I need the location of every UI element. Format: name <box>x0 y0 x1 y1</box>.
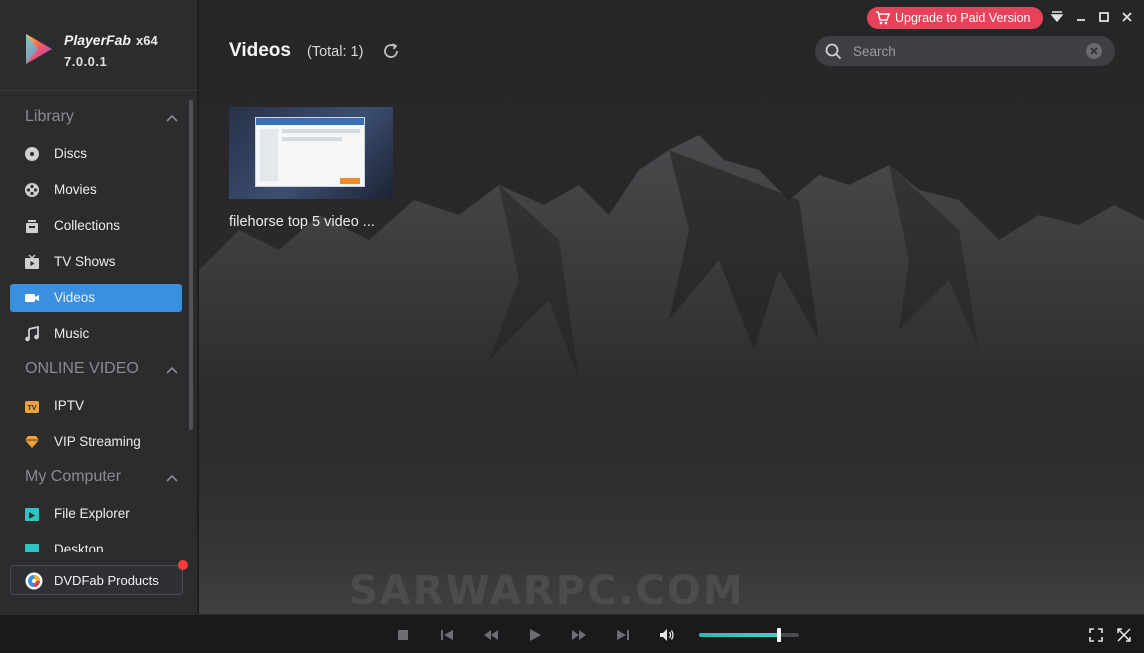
film-reel-icon <box>25 183 39 197</box>
notification-badge <box>178 560 188 570</box>
volume-icon[interactable] <box>659 627 675 643</box>
main-content: Videos (Total: 1) filehorse top 5 video … <box>199 0 1144 614</box>
section-title-my-computer: My Computer <box>25 468 122 485</box>
sidebar-item-label: VIP Streaming <box>54 434 141 449</box>
fast-forward-icon[interactable] <box>571 627 587 643</box>
upgrade-label: Upgrade to Paid Version <box>895 11 1031 25</box>
stop-icon[interactable] <box>395 627 411 643</box>
sidebar-nav: Library Discs Movies Collections TV Show… <box>0 100 198 552</box>
sidebar-item-videos[interactable]: Videos <box>10 284 182 312</box>
watermark: SARWARPC.COM <box>349 568 745 614</box>
sidebar-item-file-explorer[interactable]: File Explorer <box>10 500 182 528</box>
dvdfab-logo-icon <box>25 572 43 590</box>
playerfab-logo <box>26 34 52 64</box>
menu-dropdown-icon[interactable] <box>1050 10 1064 24</box>
sidebar-item-movies[interactable]: Movies <box>10 176 182 204</box>
chevron-up-icon[interactable] <box>165 364 179 378</box>
sidebar-item-iptv[interactable]: TV IPTV <box>10 392 182 420</box>
sidebar-item-label: TV Shows <box>54 254 116 269</box>
section-title-online-video: ONLINE VIDEO <box>25 360 139 377</box>
sidebar-item-tv-shows[interactable]: TV Shows <box>10 248 182 276</box>
thumbnail-preview <box>255 117 365 187</box>
play-icon[interactable] <box>527 627 543 643</box>
sidebar-item-label: Videos <box>54 290 96 305</box>
volume-fill <box>699 633 779 637</box>
tv-icon <box>25 254 39 269</box>
next-icon[interactable] <box>615 627 631 643</box>
mini-player-icon[interactable] <box>1116 627 1132 643</box>
sidebar-item-label: Movies <box>54 182 97 197</box>
sidebar-item-desktop[interactable]: Desktop <box>10 536 182 552</box>
search-input[interactable] <box>853 41 1073 61</box>
folder-icon <box>25 508 39 521</box>
disc-icon <box>25 147 39 161</box>
refresh-icon[interactable] <box>382 42 400 60</box>
sidebar-item-label: Collections <box>54 218 121 233</box>
chevron-up-icon[interactable] <box>165 472 179 486</box>
player-bar <box>0 614 1144 653</box>
sidebar-item-discs[interactable]: Discs <box>10 140 182 168</box>
close-window-icon[interactable] <box>1120 10 1134 24</box>
app-name: PlayerFab <box>64 32 131 48</box>
sidebar-scrollbar[interactable] <box>189 100 193 430</box>
svg-text:TV: TV <box>28 405 37 412</box>
desktop-icon <box>25 544 39 552</box>
search-box <box>815 36 1115 66</box>
sidebar-item-label: Discs <box>54 146 87 161</box>
sidebar-item-label: Music <box>54 326 90 341</box>
mountain-background <box>199 0 1144 614</box>
search-icon <box>825 43 842 60</box>
page-title: Videos <box>229 40 291 61</box>
cart-icon <box>876 11 890 25</box>
sidebar-item-label: Desktop <box>54 542 104 552</box>
sidebar-item-vip-streaming[interactable]: VIP Streaming <box>10 428 182 456</box>
video-title[interactable]: filehorse top 5 video ... <box>229 214 399 230</box>
sidebar-item-collections[interactable]: Collections <box>10 212 182 240</box>
music-note-icon <box>25 326 39 342</box>
close-icon[interactable] <box>1085 42 1103 60</box>
fullscreen-icon[interactable] <box>1088 627 1104 643</box>
maximize-icon[interactable] <box>1097 10 1111 24</box>
dvdfab-products-button[interactable]: DVDFab Products <box>10 565 183 595</box>
section-title-library: Library <box>25 108 74 125</box>
video-thumbnail[interactable] <box>229 107 393 199</box>
upgrade-button[interactable]: Upgrade to Paid Version <box>867 7 1043 29</box>
volume-handle[interactable] <box>777 628 781 642</box>
collections-icon <box>26 220 38 233</box>
dvdfab-products-label: DVDFab Products <box>54 573 159 588</box>
chevron-up-icon[interactable] <box>165 112 179 126</box>
app-version: 7.0.0.1 <box>64 54 108 69</box>
video-camera-icon <box>25 294 39 302</box>
iptv-icon: TV <box>25 401 39 413</box>
sidebar-item-label: File Explorer <box>54 506 130 521</box>
minimize-icon[interactable] <box>1074 10 1088 24</box>
volume-slider[interactable] <box>699 628 799 642</box>
sidebar-item-music[interactable]: Music <box>10 320 182 348</box>
sidebar: PlayerFab x64 7.0.0.1 Library Discs Movi… <box>0 0 198 653</box>
sidebar-divider <box>0 90 198 91</box>
app-arch: x64 <box>136 33 158 48</box>
previous-icon[interactable] <box>439 627 455 643</box>
total-count: (Total: 1) <box>307 44 364 60</box>
diamond-icon <box>25 436 39 448</box>
sidebar-item-label: IPTV <box>54 398 85 413</box>
rewind-icon[interactable] <box>483 627 499 643</box>
